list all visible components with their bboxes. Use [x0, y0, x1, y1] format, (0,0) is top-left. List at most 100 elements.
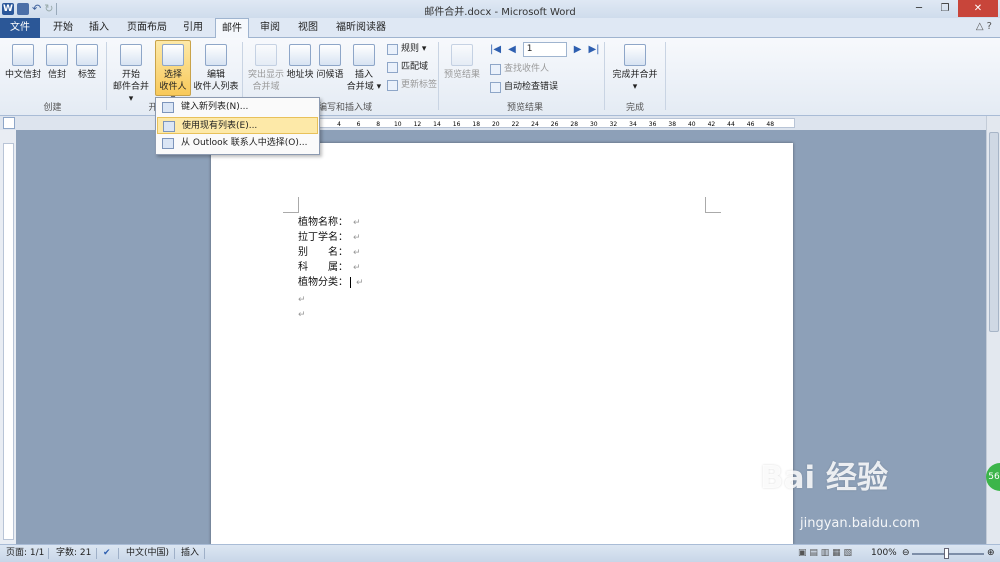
select-recipients-button[interactable]: 选择收件人 ▾ — [155, 40, 191, 104]
tab-home[interactable]: 开始 — [48, 18, 78, 38]
chinese-envelope-button[interactable]: 中文信封 — [4, 44, 42, 81]
update-labels-button[interactable]: 更新标签 — [387, 78, 437, 92]
tab-insert[interactable]: 插入 — [84, 18, 114, 38]
ruler-tick-label: 48 — [766, 121, 774, 127]
match-fields-button[interactable]: 匹配域 — [387, 60, 428, 74]
ruler-tick-label: 16 — [453, 121, 461, 127]
ruler-tick-label: 24 — [531, 121, 539, 127]
scrollbar-thumb[interactable] — [989, 132, 999, 332]
doc-line[interactable]: 植物分类： ↵ — [298, 275, 364, 291]
new-list-icon — [162, 102, 174, 113]
insert-merge-field-button[interactable]: 插入 合并域 ▾ — [346, 44, 382, 93]
auto-check-errors-button[interactable]: 自动检查错误 — [490, 80, 558, 94]
window-title: 邮件合并.docx - Microsoft Word — [424, 7, 576, 18]
empty-paragraph[interactable]: ↵ — [298, 310, 306, 320]
rules-icon — [387, 43, 398, 55]
tab-page-layout[interactable]: 页面布局 — [122, 18, 172, 38]
mail-merge-icon — [120, 44, 142, 66]
baidu-watermark-url: jingyan.baidu.com — [800, 516, 920, 531]
tab-references[interactable]: 引用 — [178, 18, 208, 38]
minimize-icon[interactable]: ─ — [906, 0, 932, 17]
ruler-tick-label: 22 — [512, 121, 520, 127]
ruler-tick-label: 42 — [708, 121, 716, 127]
envelope-button[interactable]: 信封 — [44, 44, 70, 81]
record-number-input[interactable]: 1 — [522, 42, 567, 57]
ruler-tick-label: 38 — [668, 121, 676, 127]
group-separator — [665, 42, 666, 110]
last-record-icon[interactable]: ▶| — [588, 44, 599, 55]
ruler-tick-label: 40 — [688, 121, 696, 127]
greeting-icon — [319, 44, 341, 66]
zoom-out-icon[interactable]: ⊖ — [902, 545, 910, 562]
ruler-tick-label: 10 — [394, 121, 402, 127]
vertical-ruler[interactable] — [3, 143, 14, 540]
ruler-tick-label: 12 — [414, 121, 422, 127]
edit-list-icon — [205, 44, 227, 66]
ruler-tick-label: 20 — [492, 121, 500, 127]
highlight-merge-fields-button[interactable]: 突出显示 合并域 — [246, 44, 286, 93]
rules-button[interactable]: 规则 ▾ — [387, 42, 426, 56]
menu-use-existing-list[interactable]: 使用现有列表(E)... — [157, 117, 318, 134]
preview-results-button[interactable]: 预览结果 — [442, 44, 482, 81]
language-indicator[interactable]: 中文(中国) — [126, 545, 169, 562]
first-record-icon[interactable]: |◀ — [490, 44, 501, 55]
menu-type-new-list[interactable]: 键入新列表(N)... — [157, 99, 318, 116]
zoom-level[interactable]: 100% — [871, 545, 897, 562]
menu-outlook-contacts[interactable]: 从 Outlook 联系人中选择(O)... — [157, 135, 318, 152]
merge-field-icon — [353, 44, 375, 66]
ruler-tick-label: 26 — [551, 121, 559, 127]
find-recipient-button[interactable]: 查找收件人 — [490, 62, 549, 76]
finish-and-merge-button[interactable]: 完成并合并 ▾ — [610, 44, 660, 93]
group-separator — [106, 42, 107, 110]
address-block-button[interactable]: 地址块 — [286, 44, 314, 81]
greeting-line-button[interactable]: 问候语 — [316, 44, 344, 81]
doc-line[interactable]: 科 属： ↵ — [298, 260, 361, 276]
next-record-icon[interactable]: ▶ — [574, 44, 582, 55]
existing-list-icon — [163, 121, 175, 132]
tab-foxit-reader[interactable]: 福昕阅读器 — [330, 18, 392, 38]
insert-mode-indicator[interactable]: 插入 — [181, 545, 199, 562]
proofing-icon[interactable]: ✔ — [103, 545, 111, 562]
start-mail-merge-button[interactable]: 开始 邮件合并 ▾ — [110, 44, 152, 105]
ruler-tick-label: 30 — [590, 121, 598, 127]
finish-merge-icon — [624, 44, 646, 66]
status-bar: 页面: 1/1 字数: 21 ✔ 中文(中国) 插入 ▣ ▤ ▥ ▦ ▧ 100… — [0, 544, 1000, 562]
previous-record-icon[interactable]: ◀ — [508, 44, 516, 55]
empty-paragraph[interactable]: ↵ — [298, 295, 306, 305]
ruler-tick-label: 44 — [727, 121, 735, 127]
label-icon — [76, 44, 98, 66]
zoom-slider-thumb[interactable] — [944, 548, 949, 559]
update-labels-icon — [387, 79, 398, 91]
select-recipients-menu: 键入新列表(N)... 使用现有列表(E)... 从 Outlook 联系人中选… — [155, 97, 320, 155]
edit-recipient-list-button[interactable]: 编辑 收件人列表 — [193, 44, 239, 93]
document-page[interactable]: 植物名称： ↵ 拉丁学名： ↵ 别 名： ↵ 科 属： ↵ 植物分类： ↵ ↵ ↵ — [211, 143, 793, 545]
address-block-icon — [289, 44, 311, 66]
doc-line[interactable]: 别 名： ↵ — [298, 245, 361, 261]
help-icon[interactable]: △ ? — [976, 21, 992, 32]
tab-mailings[interactable]: 邮件 — [215, 18, 249, 39]
tab-stop-selector[interactable] — [3, 117, 15, 129]
ruler-tick-label: 32 — [610, 121, 618, 127]
doc-line[interactable]: 拉丁学名： ↵ — [298, 230, 361, 246]
ribbon-tabs: 文件 开始 插入 页面布局 引用 邮件 审阅 视图 福昕阅读器 △ ? — [0, 18, 1000, 39]
doc-line[interactable]: 植物名称： ↵ — [298, 215, 361, 231]
page-count[interactable]: 页面: 1/1 — [6, 545, 44, 562]
zoom-in-icon[interactable]: ⊕ — [987, 545, 995, 562]
ruler-tick-label: 8 — [376, 121, 380, 127]
envelope-icon — [46, 44, 68, 66]
group-create-label: 创建 — [43, 103, 62, 113]
view-buttons-icon[interactable]: ▣ ▤ ▥ ▦ ▧ — [798, 545, 852, 562]
word-count[interactable]: 字数: 21 — [56, 545, 91, 562]
ruler-tick-label: 18 — [472, 121, 480, 127]
ruler-tick-label: 14 — [433, 121, 441, 127]
ruler-tick-label: 46 — [747, 121, 755, 127]
tab-review[interactable]: 审阅 — [255, 18, 285, 38]
tab-file[interactable]: 文件 — [0, 18, 40, 38]
labels-button[interactable]: 标签 — [74, 44, 100, 81]
tab-view[interactable]: 视图 — [293, 18, 323, 38]
window-controls: ─ ❐ ✕ — [906, 0, 998, 17]
find-icon — [490, 63, 501, 75]
restore-icon[interactable]: ❐ — [932, 0, 958, 17]
close-icon[interactable]: ✕ — [958, 0, 998, 17]
group-finish-label: 完成 — [625, 103, 644, 113]
